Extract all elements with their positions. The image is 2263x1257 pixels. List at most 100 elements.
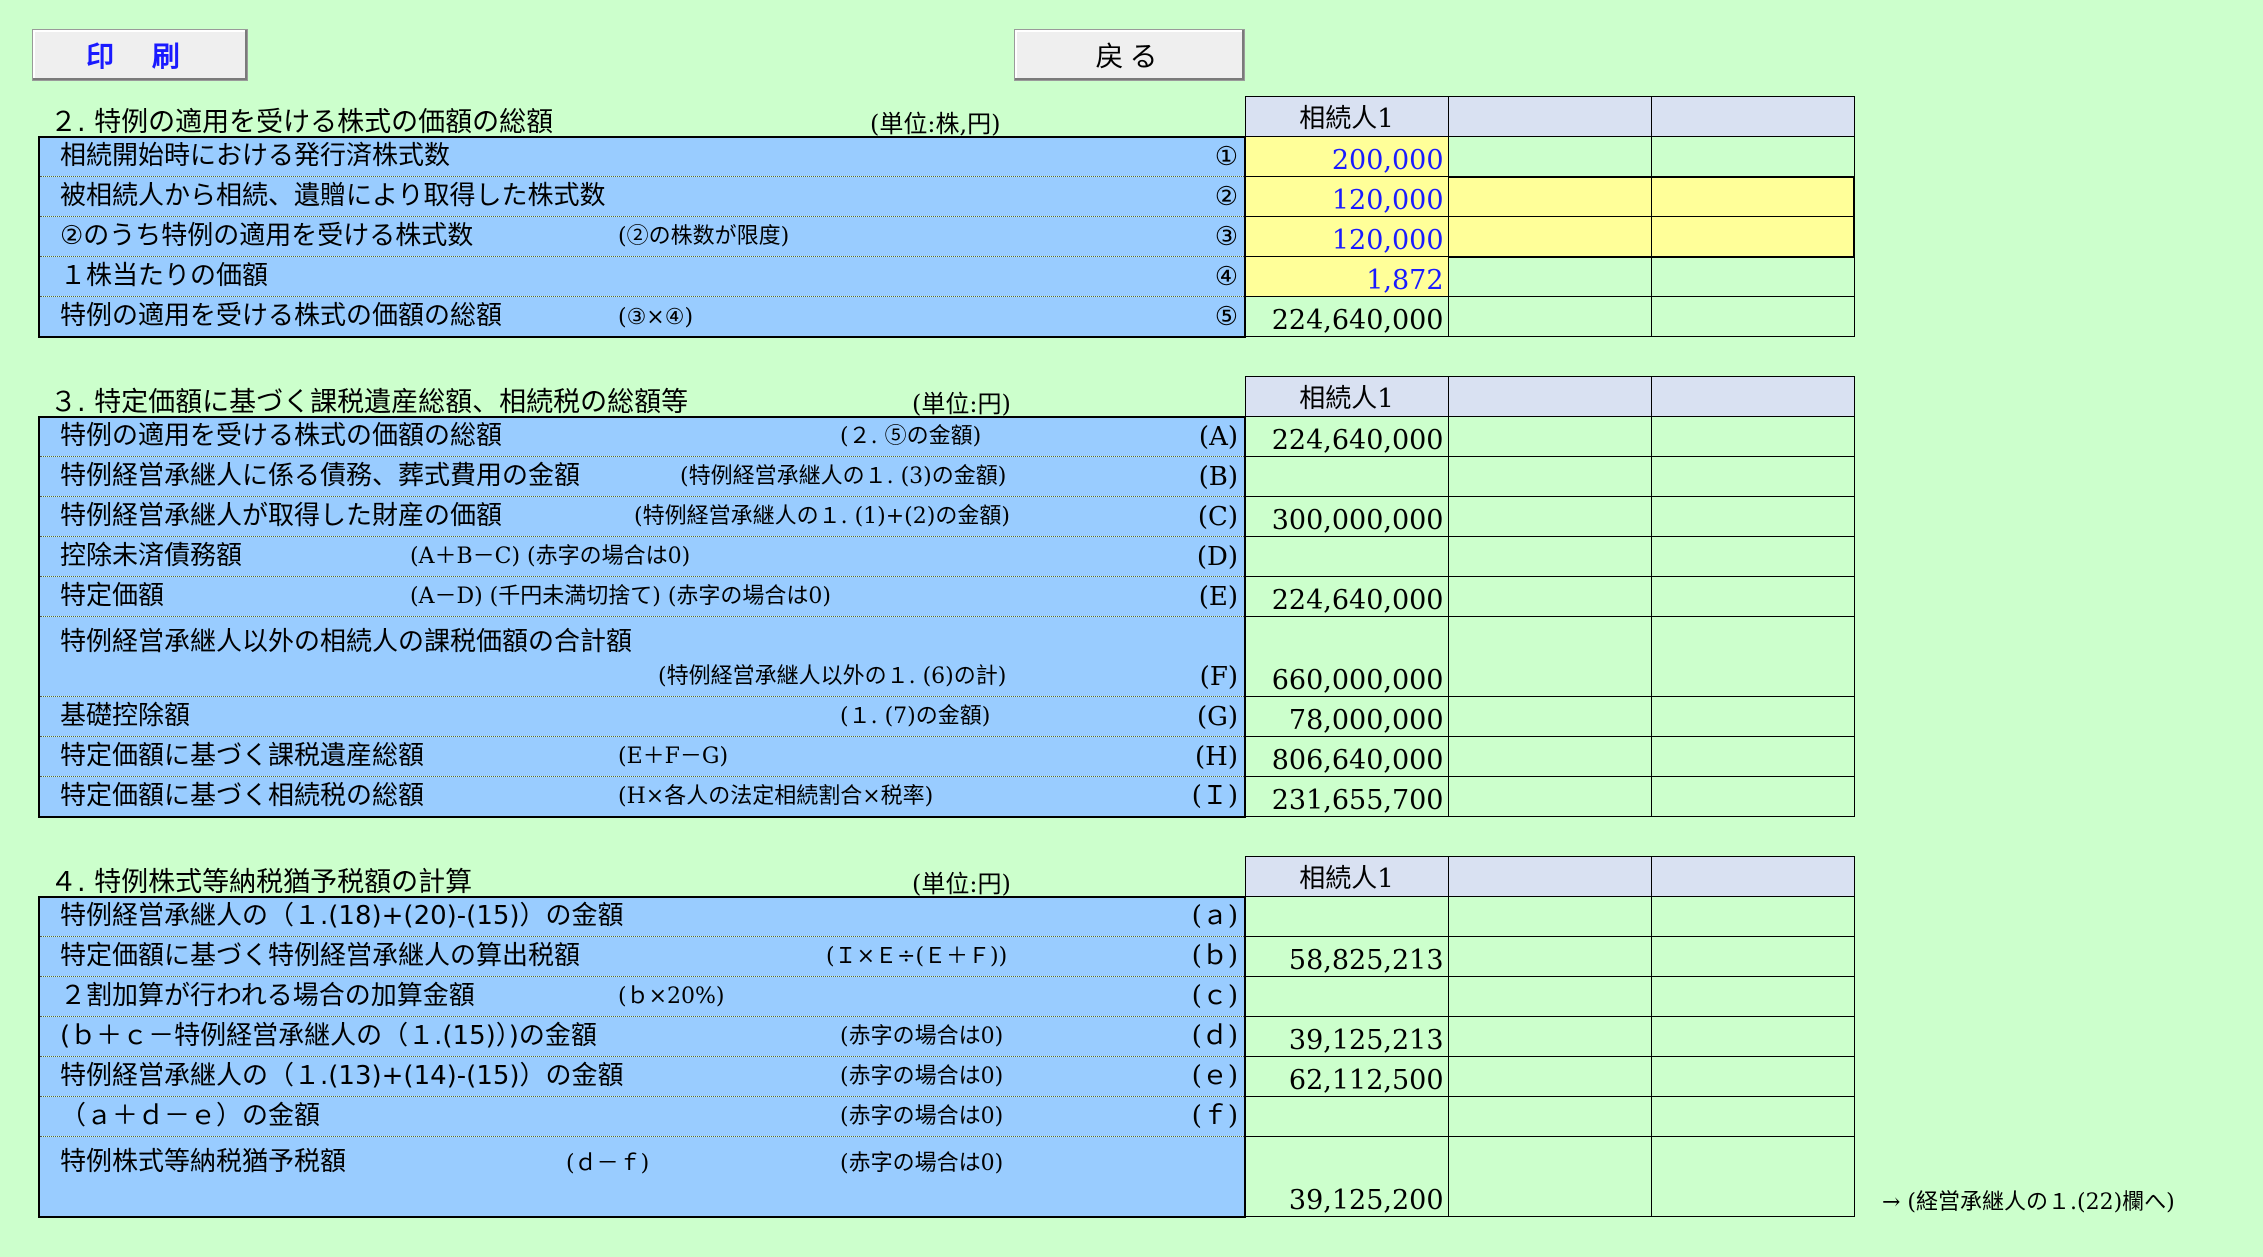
row-mark: (G) — [1196, 702, 1238, 732]
value-cell[interactable] — [1650, 175, 1855, 217]
row-note: (H×各人の法定相続割合×税率) — [618, 783, 934, 809]
row-label: 特定価額 — [60, 581, 165, 611]
row-note: (E＋F－G) — [618, 744, 729, 769]
row-label: （ａ＋ｄ－ｅ）の金額 — [60, 1101, 321, 1131]
value-cell — [1244, 896, 1449, 937]
row-label: 基礎控除額 — [60, 701, 191, 731]
row-note: (２. ⑤の金額) — [840, 424, 982, 449]
table-row: 控除未済債務額 (A＋B－C) (赤字の場合は0) (D) — [38, 536, 1855, 577]
value-cell: 39,125,213 — [1244, 1016, 1449, 1057]
table-row: （ａ＋ｄ－ｅ）の金額 (赤字の場合は0) (ｆ) — [38, 1096, 1855, 1137]
row-label: 特例経営承継人の（１.(13)+(14)-(15)）の金額 — [60, 1061, 624, 1091]
value-cell[interactable] — [1650, 136, 1855, 177]
value-cell: 58,825,213 — [1244, 936, 1449, 977]
row-mark: (ｆ) — [1191, 1101, 1238, 1131]
row-mark: (C) — [1197, 502, 1238, 532]
row-note: (１. (7)の金額) — [840, 704, 991, 729]
row-note: (ｂ×20%) — [618, 984, 725, 1009]
row-label: 特例の適用を受ける株式の価額の総額 — [60, 300, 503, 331]
table-row: 特定価額に基づく課税遺産総額 (E＋F－G) (H) 806,640,000 — [38, 736, 1855, 777]
header-heir3 — [1650, 96, 1855, 137]
header-heir2 — [1447, 376, 1652, 417]
row-mark: (E) — [1198, 582, 1238, 612]
row-mark: ③ — [1214, 222, 1238, 252]
header-heir1: 相続人1 — [1244, 376, 1449, 417]
row-note: (赤字の場合は0) — [840, 1064, 1004, 1089]
table-row: ②のうち特例の適用を受ける株式数 (②の株数が限度) ③ 120,000 — [38, 216, 1855, 258]
row-mark: (ｄ) — [1191, 1021, 1238, 1051]
table-row: 特例の適用を受ける株式の価額の総額 (③×④) ⑤ 224,640,000 — [38, 296, 1855, 338]
row-note: (特例経営承継人の１. (1)+(2)の金額) — [634, 504, 1010, 529]
row-label: ２割加算が行われる場合の加算金額 — [60, 981, 475, 1011]
row-note: (赤字の場合は0) — [840, 1104, 1004, 1129]
row-label: 特例経営承継人の（１.(18)+(20)-(15)）の金額 — [60, 901, 624, 931]
value-cell: 62,112,500 — [1244, 1056, 1449, 1097]
value-cell[interactable] — [1650, 216, 1855, 258]
row-mark: (H) — [1195, 742, 1238, 772]
header-heir3 — [1650, 856, 1855, 897]
row-label: 特例の適用を受ける株式の価額の総額 — [60, 421, 503, 451]
table-row: 特定価額 (A－D) (千円未満切捨て) (赤字の場合は0) (E) 224,640… — [38, 576, 1855, 617]
value-cell: 224,640,000 — [1244, 296, 1449, 337]
table-row: 特例経営承継人に係る債務、葬式費用の金額 (特例経営承継人の１. (3)の金額) (… — [38, 456, 1855, 497]
row-label: 特例株式等納税猶予税額 — [60, 1147, 347, 1177]
value-cell[interactable] — [1650, 256, 1855, 297]
row-label: ②のうち特例の適用を受ける株式数 — [60, 221, 474, 251]
value-cell[interactable]: 200,000 — [1244, 136, 1449, 177]
value-cell: 806,640,000 — [1244, 736, 1449, 777]
row-note: (赤字の場合は0) — [840, 1151, 1004, 1176]
table-row: 特例経営承継人の（１.(18)+(20)-(15)）の金額 (ａ) — [38, 895, 1855, 937]
row-note: (Ｉ×Ｅ÷(Ｅ＋Ｆ)) — [826, 944, 1008, 969]
value-cell: 660,000,000 — [1244, 616, 1449, 697]
row-label: 特定価額に基づく相続税の総額 — [60, 780, 425, 811]
row-note: (A－D) (千円未満切捨て) (赤字の場合は0) — [410, 584, 832, 609]
table-row: 特例経営承継人の（１.(13)+(14)-(15)）の金額 (赤字の場合は0) (ｅ… — [38, 1056, 1855, 1097]
row-mark: (D) — [1196, 542, 1238, 572]
value-cell: 231,655,700 — [1244, 776, 1449, 817]
value-cell: 78,000,000 — [1244, 696, 1449, 737]
row-note-formula: (ｄ－ｆ) — [566, 1151, 650, 1176]
value-cell[interactable] — [1447, 136, 1652, 177]
row-mark: (ｂ) — [1191, 941, 1238, 971]
row-mark: (Ｉ) — [1191, 780, 1238, 811]
header-heir1: 相続人1 — [1244, 856, 1449, 897]
row-label: １株当たりの価額 — [60, 261, 269, 291]
row-label: 特例経営承継人が取得した財産の価額 — [60, 501, 503, 531]
value-cell[interactable]: 120,000 — [1244, 216, 1449, 257]
row-mark: (A) — [1198, 422, 1238, 452]
row-note: (②の株数が限度) — [618, 224, 790, 249]
value-cell — [1244, 976, 1449, 1017]
section2-table: 相続人1 相続開始時における発行済株式数 ① 200,000 被相続人から相続、遺… — [38, 96, 1855, 338]
row-label: 相続開始時における発行済株式数 — [60, 141, 451, 171]
row-note: (A＋B－C) (赤字の場合は0) — [410, 544, 691, 569]
header-heir2 — [1447, 96, 1652, 137]
value-cell — [1244, 456, 1449, 497]
row-mark: ① — [1214, 142, 1238, 172]
table-row: 特例の適用を受ける株式の価額の総額 (２. ⑤の金額) (A) 224,640,00… — [38, 415, 1855, 457]
table-row: １株当たりの価額 ④ 1,872 — [38, 256, 1855, 297]
table-row: 特定価額に基づく特例経営承継人の算出税額 (Ｉ×Ｅ÷(Ｅ＋Ｆ)) (ｂ) 58,82… — [38, 936, 1855, 977]
row-mark: ② — [1214, 182, 1238, 212]
value-cell[interactable] — [1447, 216, 1652, 258]
value-cell — [1244, 1096, 1449, 1137]
row-mark: (ｃ) — [1191, 981, 1238, 1011]
print-button[interactable]: 印 刷 — [32, 29, 248, 81]
row-mark: (ｅ) — [1191, 1061, 1238, 1091]
row-mark: ④ — [1214, 262, 1238, 292]
row-label: 特例経営承継人に係る債務、葬式費用の金額 — [60, 461, 581, 491]
row-note: (赤字の場合は0) — [840, 1024, 1004, 1049]
value-cell[interactable]: 120,000 — [1244, 176, 1449, 217]
table-row: 特定価額に基づく相続税の総額 (H×各人の法定相続割合×税率) (Ｉ) 231,65… — [38, 776, 1855, 818]
header-heir2 — [1447, 856, 1652, 897]
table-row: 特例経営承継人が取得した財産の価額 (特例経営承継人の１. (1)+(2)の金額)… — [38, 496, 1855, 537]
header-heir3 — [1650, 376, 1855, 417]
value-cell[interactable]: 1,872 — [1244, 256, 1449, 297]
value-cell[interactable] — [1447, 175, 1652, 217]
value-cell: 224,640,000 — [1244, 576, 1449, 617]
row-mark: (F) — [1199, 662, 1238, 692]
value-cell[interactable] — [1447, 256, 1652, 297]
back-button[interactable]: 戻る — [1014, 29, 1245, 81]
value-cell — [1244, 536, 1449, 577]
row-mark: (B) — [1198, 462, 1238, 492]
row-label: 控除未済債務額 — [60, 541, 243, 571]
